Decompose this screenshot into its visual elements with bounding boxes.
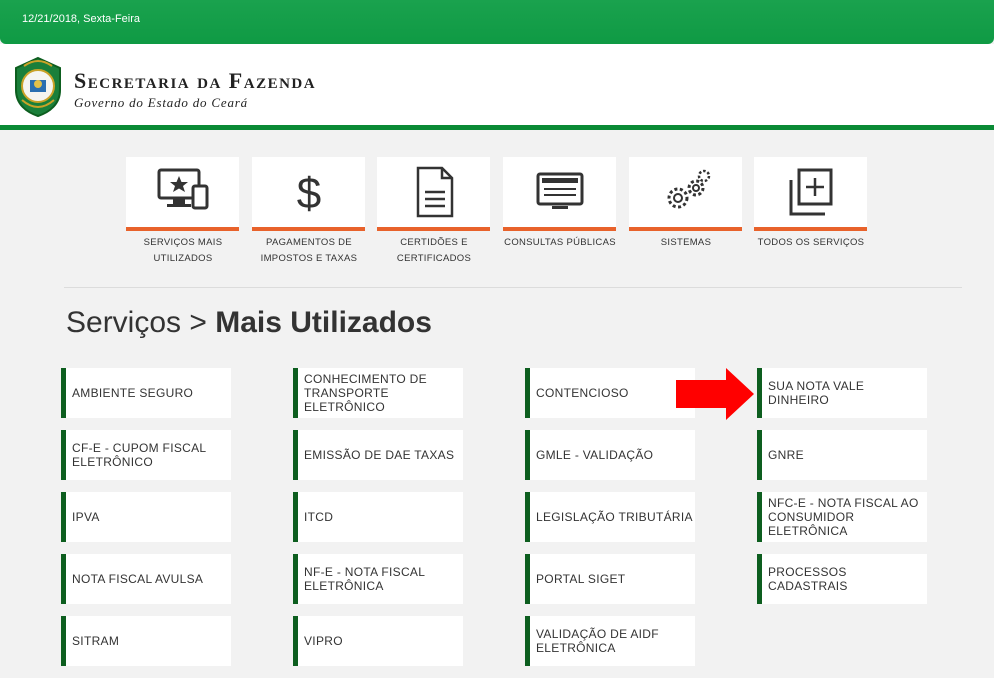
page-title-bold: Mais Utilizados [215, 306, 432, 339]
site-header: Secretaria da Fazenda Governo do Estado … [0, 44, 994, 130]
monitor-star-icon [157, 168, 208, 210]
page-title: Serviços > Mais Utilizados [66, 306, 432, 340]
service-ambiente-seguro[interactable]: AMBIENTE SEGURO [61, 368, 231, 418]
service-sitram[interactable]: SITRAM [61, 616, 231, 666]
brand-title[interactable]: Secretaria da Fazenda [74, 68, 316, 94]
top-bar: 12/21/2018, Sexta-Feira [0, 0, 994, 44]
dollar-icon: $ [296, 169, 320, 218]
service-gnre[interactable]: GNRE [757, 430, 927, 480]
category-label[interactable]: PAGAMENTOS DE IMPOSTOS E TAXAS [249, 235, 369, 267]
ceara-crest-icon[interactable] [12, 56, 64, 118]
add-layers-icon [789, 168, 832, 216]
category-label[interactable]: SISTEMAS [626, 235, 746, 251]
category-label[interactable]: SERVIÇOS MAIS UTILIZADOS [123, 235, 243, 267]
service-nfe-nota-fiscal[interactable]: NF-E - NOTA FISCAL ELETRÔNICA [293, 554, 463, 604]
category-label[interactable]: TODOS OS SERVIÇOS [751, 235, 871, 251]
service-ipva[interactable]: IPVA [61, 492, 231, 542]
service-contencioso[interactable]: CONTENCIOSO [525, 368, 695, 418]
service-legislacao-tributaria[interactable]: LEGISLAÇÃO TRIBUTÁRIA [525, 492, 695, 542]
service-conhecimento-transporte[interactable]: CONHECIMENTO DE TRANSPORTE ELETRÔNICO [293, 368, 463, 418]
service-gmle-validacao[interactable]: GMLE - VALIDAÇÃO [525, 430, 695, 480]
service-nfce-nota-fiscal-consumidor[interactable]: NFC-E - NOTA FISCAL AO CONSUMIDOR ELETRÔ… [757, 492, 927, 542]
category-label[interactable]: CERTIDÕES E CERTIFICADOS [374, 235, 494, 267]
service-validacao-aidf[interactable]: VALIDAÇÃO DE AIDF ELETRÔNICA [525, 616, 695, 666]
service-emissao-dae-taxas[interactable]: EMISSÃO DE DAE TAXAS [293, 430, 463, 480]
service-portal-siget[interactable]: PORTAL SIGET [525, 554, 695, 604]
category-servicos-mais-utilizados[interactable] [126, 157, 239, 231]
service-vipro[interactable]: VIPRO [293, 616, 463, 666]
document-icon [416, 166, 453, 218]
red-arrow-icon [676, 368, 754, 420]
service-nota-fiscal-avulsa[interactable]: NOTA FISCAL AVULSA [61, 554, 231, 604]
category-pagamentos[interactable]: $ [252, 157, 365, 231]
svg-text:$: $ [296, 169, 320, 218]
category-sistemas[interactable] [629, 157, 742, 231]
category-label[interactable]: CONSULTAS PÚBLICAS [500, 235, 620, 251]
gears-icon [667, 169, 710, 209]
page-title-prefix: Serviços > [66, 306, 216, 339]
service-sua-nota-vale-dinheiro[interactable]: SUA NOTA VALE DINHEIRO [757, 368, 927, 418]
service-processos-cadastrais[interactable]: PROCESSOS CADASTRAIS [757, 554, 927, 604]
category-certidoes[interactable] [377, 157, 490, 231]
screen-icon [536, 172, 583, 209]
category-todos-os-servicos[interactable] [754, 157, 867, 231]
brand-subtitle: Governo do Estado do Ceará [74, 95, 248, 110]
service-cfe-cupom-fiscal[interactable]: CF-E - CUPOM FISCAL ELETRÔNICO [61, 430, 231, 480]
current-date: 12/21/2018, Sexta-Feira [22, 13, 141, 25]
category-consultas-publicas[interactable] [503, 157, 616, 231]
divider [64, 287, 962, 288]
service-itcd[interactable]: ITCD [293, 492, 463, 542]
